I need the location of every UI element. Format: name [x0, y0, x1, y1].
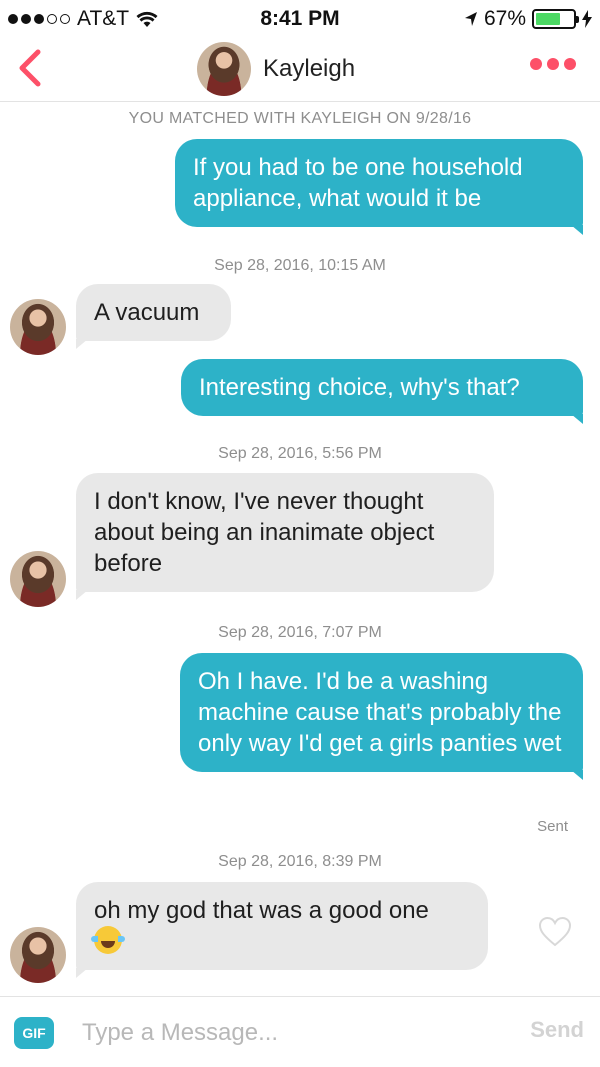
message-timestamp: Sep 28, 2016, 5:56 PM	[218, 445, 382, 462]
message-text: Interesting choice, why's that?	[199, 374, 520, 401]
contact-name[interactable]: Kayleigh	[263, 55, 355, 83]
incoming-message[interactable]: A vacuum	[76, 284, 231, 349]
send-button[interactable]: Send	[530, 1017, 584, 1043]
status-right: 67%	[464, 7, 592, 31]
avatar[interactable]	[10, 551, 66, 607]
incoming-message[interactable]: oh my god that was a good one	[76, 882, 488, 978]
battery-icon	[532, 9, 579, 29]
chat-header: Kayleigh	[0, 38, 600, 102]
message-text: I don't know, I've never thought about b…	[94, 488, 435, 577]
message-text: Oh I have. I'd be a washing machine caus…	[198, 668, 562, 757]
more-dots-icon	[530, 58, 542, 70]
battery-percent: 67%	[483, 7, 526, 30]
avatar[interactable]	[197, 42, 251, 96]
avatar[interactable]	[10, 299, 66, 355]
message-input[interactable]	[82, 1013, 502, 1053]
status-bar: AT&T 8:41 PM 67%	[0, 0, 600, 38]
tears-of-joy-emoji-icon	[91, 926, 125, 954]
message-text: If you had to be one household appliance…	[193, 154, 523, 212]
outgoing-message[interactable]: Oh I have. I'd be a washing machine caus…	[180, 653, 583, 780]
outgoing-message[interactable]: Interesting choice, why's that?	[181, 359, 583, 424]
battery-level	[536, 13, 561, 25]
message-text: A vacuum	[94, 299, 200, 326]
like-heart-icon[interactable]	[538, 916, 572, 948]
location-arrow-icon	[464, 12, 477, 26]
message-timestamp: Sep 28, 2016, 7:07 PM	[218, 624, 382, 641]
match-notice: YOU MATCHED WITH KAYLEIGH ON 9/28/16	[128, 110, 472, 127]
message-composer: GIF Send	[0, 996, 600, 1067]
chevron-left-icon	[19, 49, 41, 87]
contact-header[interactable]: Kayleigh	[197, 42, 355, 96]
message-text: oh my god that was a good one	[94, 897, 429, 924]
outgoing-message[interactable]: If you had to be one household appliance…	[175, 139, 583, 235]
charging-bolt-icon	[582, 10, 592, 28]
gif-button[interactable]: GIF	[14, 1017, 54, 1049]
back-button[interactable]	[12, 44, 52, 92]
more-options-button[interactable]	[530, 58, 576, 70]
incoming-message[interactable]: I don't know, I've never thought about b…	[76, 473, 494, 600]
delivery-status: Sent	[537, 818, 568, 835]
avatar[interactable]	[10, 927, 66, 983]
message-timestamp: Sep 28, 2016, 8:39 PM	[218, 853, 382, 870]
message-timestamp: Sep 28, 2016, 10:15 AM	[214, 257, 386, 274]
